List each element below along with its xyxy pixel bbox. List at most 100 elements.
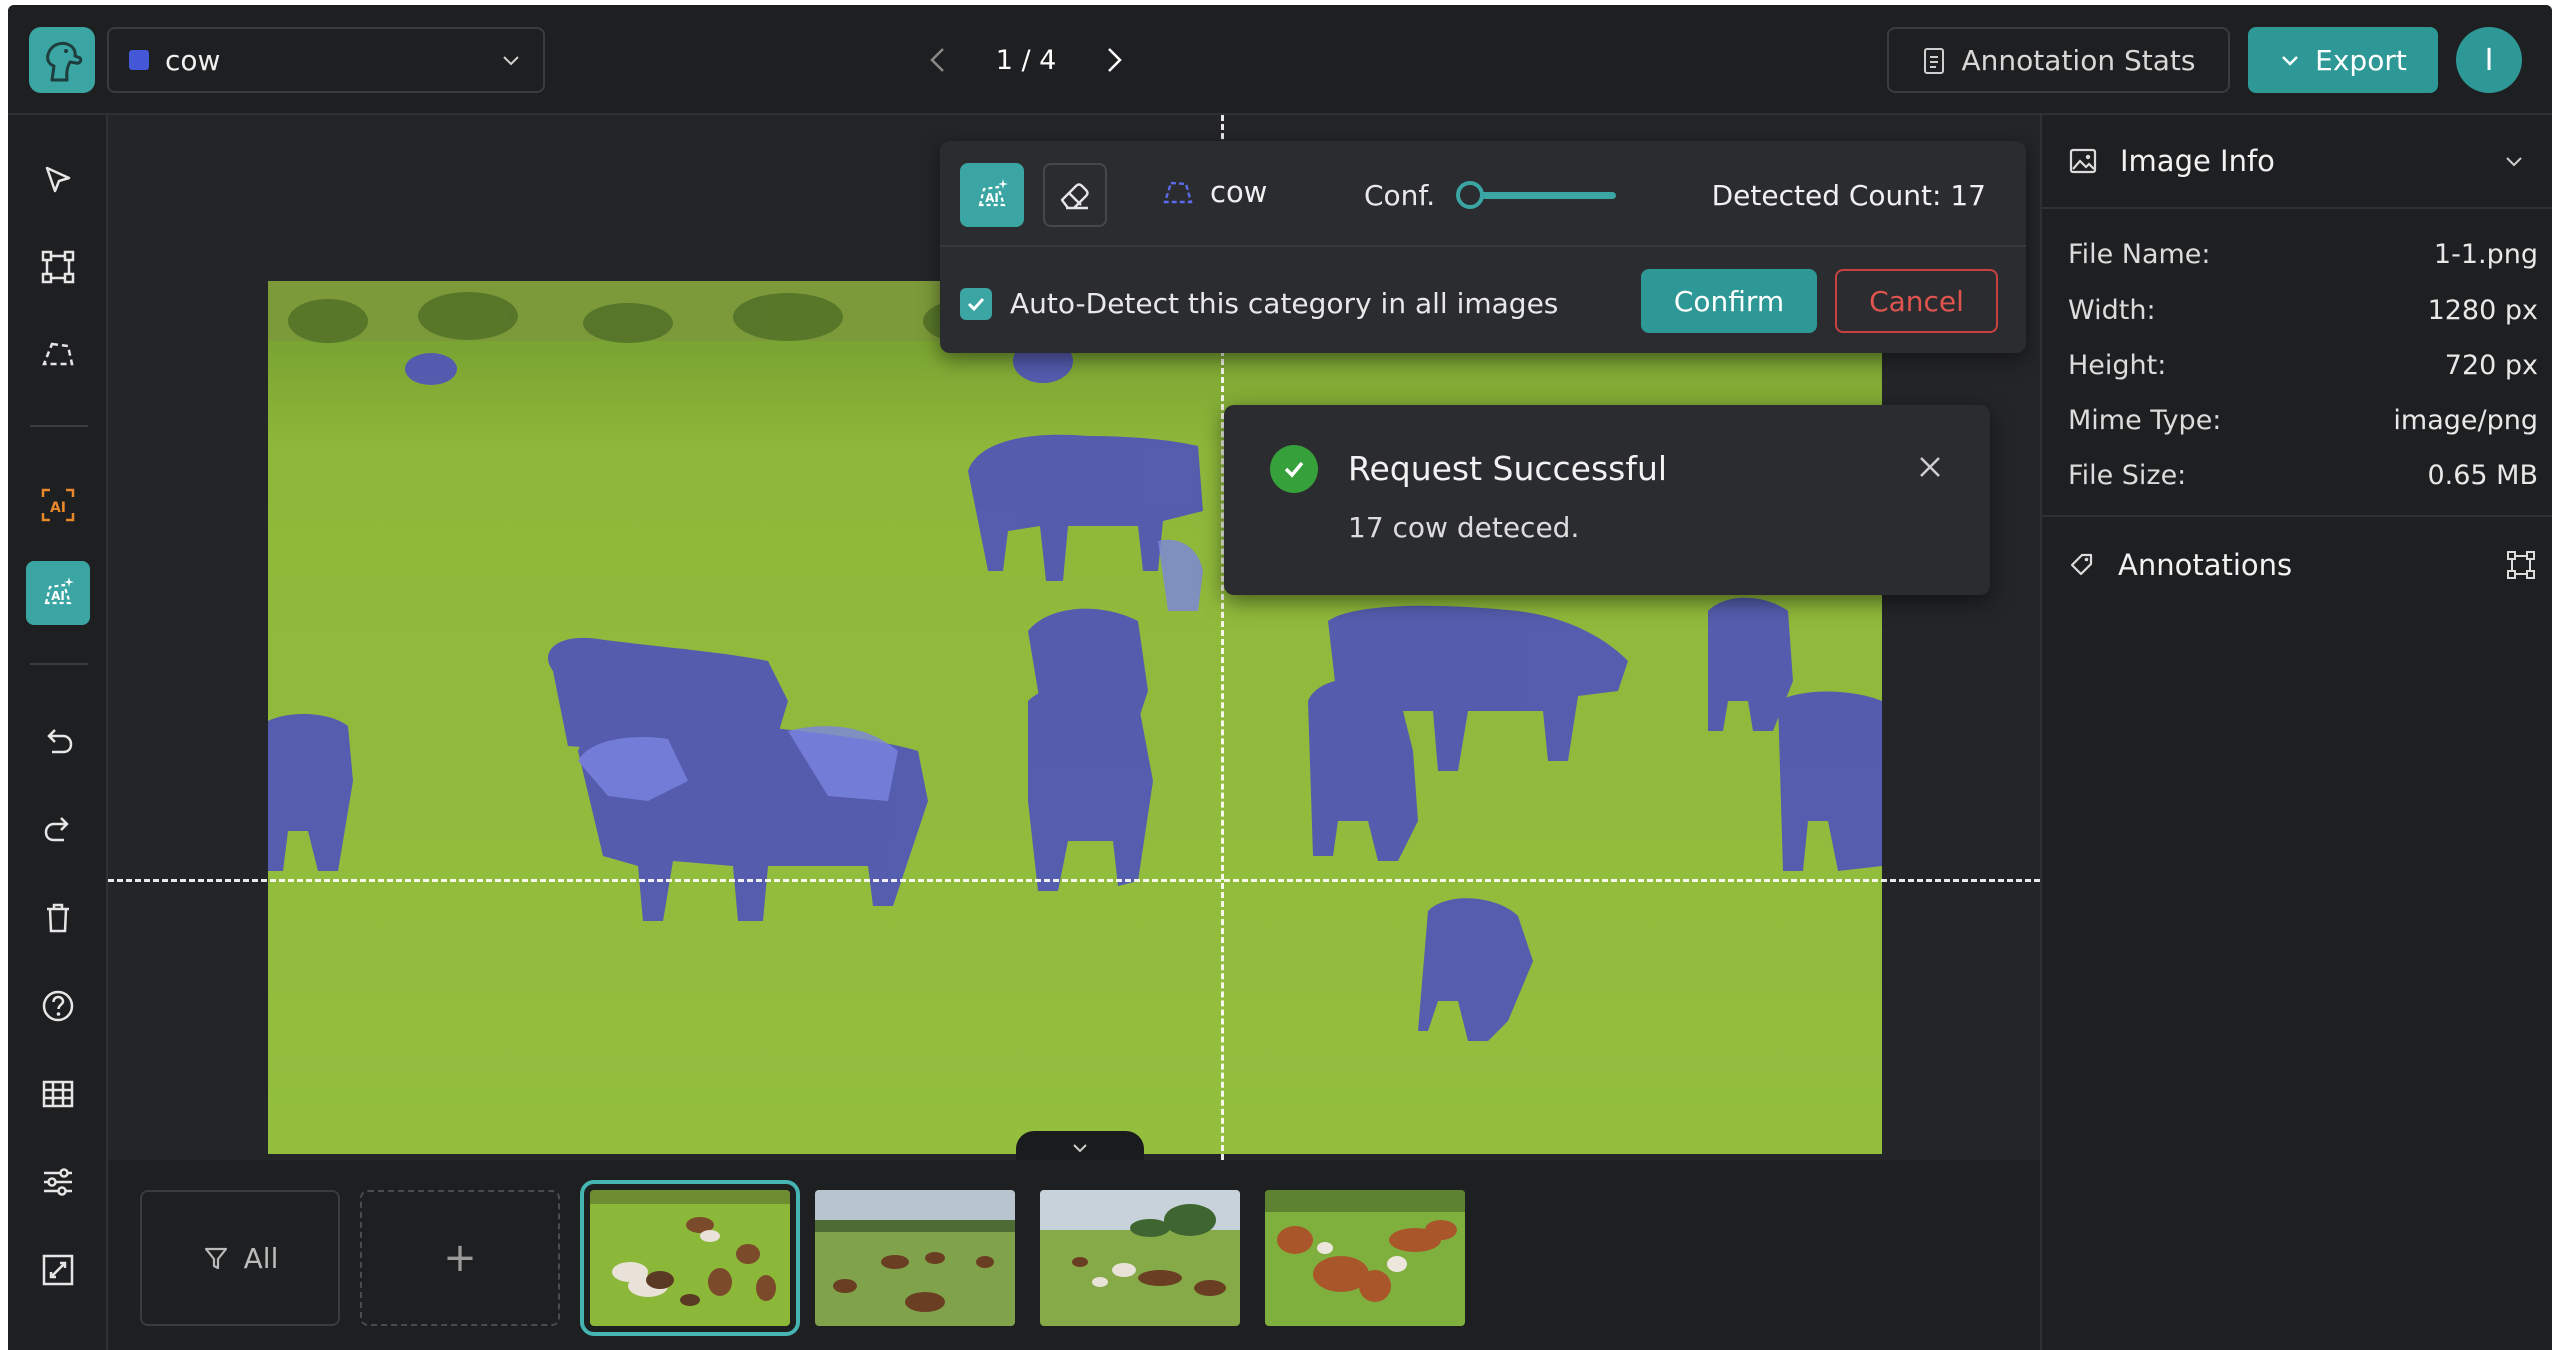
chevron-down-icon [2506, 157, 2522, 167]
chevron-down-icon [2282, 56, 2299, 66]
info-key: Height: [2068, 350, 2167, 381]
annotation-stats-button[interactable]: Annotation Stats [1887, 27, 2230, 93]
detected-count: Detected Count: 17 [1711, 179, 1986, 212]
auto-detect-label: Auto-Detect this category in all images [1010, 287, 1559, 320]
ai-category-label: cow [1210, 175, 1268, 209]
eraser-icon [1060, 183, 1089, 210]
chevron-right-icon [1108, 48, 1122, 72]
info-value: 720 px [2444, 350, 2538, 381]
image-info-title: Image Info [2120, 144, 2275, 178]
right-panel: Image Info File Name: 1-1.png Width: 128… [2040, 115, 2552, 1350]
info-key: Mime Type: [2068, 405, 2222, 436]
polygon-icon [1163, 181, 1193, 204]
help-button[interactable] [26, 974, 90, 1038]
info-key: File Name: [2068, 239, 2211, 270]
category-color-swatch [129, 50, 149, 70]
select-tool[interactable] [26, 148, 90, 212]
info-row-height: Height: 720 px [2068, 350, 2538, 381]
image-thumbnail[interactable] [1040, 1190, 1240, 1326]
tool-sidebar: AI AI [8, 115, 108, 1350]
undo-icon [47, 729, 73, 754]
svg-text:AI: AI [985, 191, 999, 205]
grid-view-button[interactable] [26, 1062, 90, 1126]
ai-smart-segment-button[interactable]: AI [960, 163, 1024, 227]
image-icon [2069, 148, 2097, 174]
toolbar-divider [30, 663, 88, 665]
redo-button[interactable] [26, 798, 90, 862]
ai-smart-segment-icon: AI [44, 577, 74, 605]
ai-eraser-button[interactable] [1043, 163, 1107, 227]
trash-icon [47, 903, 69, 933]
dino-logo-icon [46, 41, 83, 82]
filter-icon [204, 1247, 227, 1270]
info-value: image/png [2393, 405, 2538, 436]
toolbar-divider [30, 425, 88, 427]
chevron-left-icon [930, 48, 944, 72]
grid-icon [42, 1080, 74, 1108]
polygon-tool[interactable] [26, 322, 90, 386]
image-thumbnail[interactable] [580, 1180, 800, 1336]
user-avatar[interactable]: I [2456, 27, 2522, 93]
page-indicator: 1 / 4 [995, 44, 1057, 76]
export-label: Export [2315, 43, 2407, 77]
image-filmstrip: All + [108, 1160, 2040, 1350]
cancel-button[interactable]: Cancel [1835, 269, 1998, 333]
tag-icon [2070, 553, 2093, 576]
filter-all-button[interactable]: All [140, 1190, 340, 1326]
delete-button[interactable] [26, 886, 90, 950]
chevron-down-icon [1073, 1144, 1087, 1153]
confidence-label: Conf. [1364, 179, 1436, 212]
undo-button[interactable] [26, 710, 90, 774]
close-icon [1920, 457, 1940, 477]
ai-smart-segment-icon: AI [978, 179, 1008, 207]
ai-detect-panel: AI cow Conf. Detected Count: 17 Auto-Det… [940, 141, 2026, 353]
export-button[interactable]: Export [2248, 27, 2438, 93]
crosshair-horizontal-guide [108, 879, 2040, 882]
filter-all-label: All [243, 1241, 279, 1275]
image-thumbnail[interactable] [1265, 1190, 1465, 1326]
next-image-button[interactable] [1094, 40, 1134, 80]
bbox-tool[interactable] [26, 235, 90, 299]
confirm-button[interactable]: Confirm [1641, 269, 1817, 333]
confidence-slider[interactable] [1456, 181, 1616, 209]
success-toast: Request Successful 17 cow deteced. [1224, 405, 1990, 595]
category-select[interactable]: cow [107, 27, 545, 93]
ai-category-indicator: cow [1162, 175, 1267, 209]
bounding-box-icon [41, 250, 75, 284]
ai-bbox-icon: AI [41, 488, 75, 522]
category-select-label: cow [165, 43, 221, 77]
info-key: File Size: [2068, 460, 2187, 491]
panel-divider [2042, 515, 2552, 517]
app-logo[interactable] [29, 27, 95, 93]
svg-text:AI: AI [51, 589, 65, 603]
fit-screen-icon [42, 1254, 74, 1286]
prev-image-button[interactable] [918, 40, 958, 80]
image-info-header[interactable]: Image Info [2042, 115, 2552, 209]
add-image-button[interactable]: + [360, 1190, 560, 1326]
help-icon [42, 990, 74, 1022]
annotation-canvas[interactable]: AI cow Conf. Detected Count: 17 Auto-Det… [108, 115, 2040, 1160]
annotations-header[interactable]: Annotations [2068, 535, 2538, 595]
info-row-width: Width: 1280 px [2068, 295, 2538, 326]
toast-message: 17 cow deteced. [1348, 511, 1580, 544]
confidence-slider-thumb[interactable] [1456, 181, 1484, 209]
collapse-filmstrip-button[interactable] [1016, 1131, 1144, 1160]
toast-close-button[interactable] [1910, 447, 1950, 487]
fit-screen-button[interactable] [26, 1238, 90, 1302]
chevron-down-icon [503, 56, 519, 66]
ai-bbox-tool[interactable]: AI [26, 473, 90, 537]
polygon-icon [42, 342, 74, 366]
annotation-stats-label: Annotation Stats [1961, 43, 2196, 77]
checkbox-checked-icon [960, 287, 992, 320]
info-key: Width: [2068, 295, 2156, 326]
auto-detect-checkbox[interactable]: Auto-Detect this category in all images [960, 287, 1558, 320]
info-value: 1280 px [2427, 295, 2538, 326]
ai-smart-segment-tool[interactable]: AI [26, 561, 90, 625]
annotations-title: Annotations [2118, 548, 2293, 582]
sliders-icon [44, 1168, 72, 1196]
image-thumbnail[interactable] [815, 1190, 1015, 1326]
bounding-box-icon[interactable] [2504, 548, 2538, 582]
confidence-slider-track [1464, 192, 1616, 199]
settings-button[interactable] [26, 1150, 90, 1214]
info-row-mime-type: Mime Type: image/png [2068, 405, 2538, 436]
